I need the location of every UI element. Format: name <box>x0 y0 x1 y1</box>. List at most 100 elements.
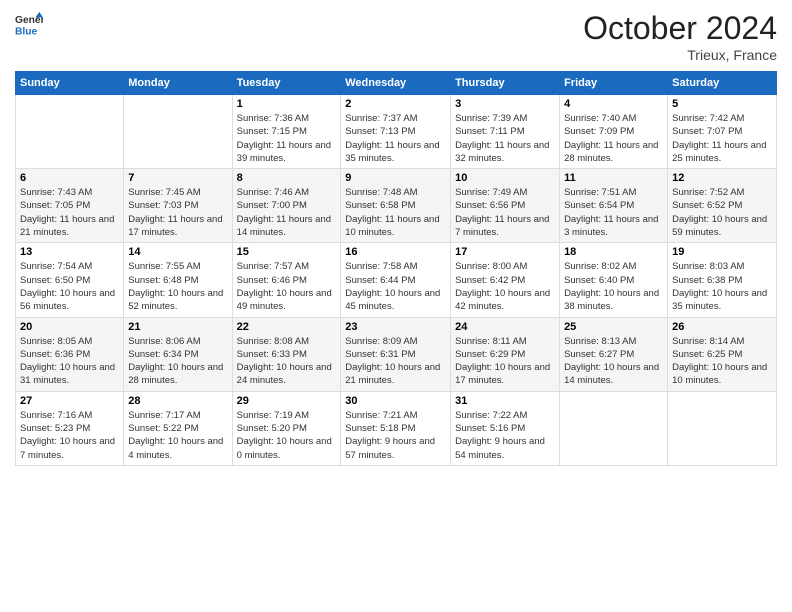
calendar-cell: 3Sunrise: 7:39 AMSunset: 7:11 PMDaylight… <box>451 95 560 169</box>
day-info: Sunrise: 7:46 AMSunset: 7:00 PMDaylight:… <box>237 186 337 239</box>
calendar-cell: 13 Sunrise: 7:54 AMSunset: 6:50 PMDayligh… <box>16 243 124 317</box>
calendar-cell: 6Sunrise: 7:43 AMSunset: 7:05 PMDaylight… <box>16 169 124 243</box>
day-number: 22 <box>237 321 337 333</box>
calendar-cell: 28Sunrise: 7:17 AMSunset: 5:22 PMDayligh… <box>124 391 232 465</box>
day-number: 11 <box>564 172 663 184</box>
day-info: Sunrise: 7:40 AMSunset: 7:09 PMDaylight:… <box>564 112 663 165</box>
calendar-cell: 14Sunrise: 7:55 AMSunset: 6:48 PMDayligh… <box>124 243 232 317</box>
day-info: Sunrise: 7:54 AMSunset: 6:50 PMDaylight:… <box>20 260 119 313</box>
day-number: 19 <box>672 246 772 258</box>
day-info: Sunrise: 8:03 AMSunset: 6:38 PMDaylight:… <box>672 260 772 313</box>
calendar-cell <box>124 95 232 169</box>
calendar-cell: 1 Sunrise: 7:36 AMSunset: 7:15 PMDaylight… <box>232 95 341 169</box>
day-info: Sunrise: 7:36 AMSunset: 7:15 PMDaylight:… <box>237 112 337 165</box>
day-number: 30 <box>345 395 446 407</box>
calendar-cell <box>560 391 668 465</box>
calendar-cell: 19 Sunrise: 8:03 AMSunset: 6:38 PMDayligh… <box>668 243 777 317</box>
calendar-cell: 2Sunrise: 7:37 AMSunset: 7:13 PMDaylight… <box>341 95 451 169</box>
week-row-1: 1 Sunrise: 7:36 AMSunset: 7:15 PMDaylight… <box>16 95 777 169</box>
day-info: Sunrise: 7:37 AMSunset: 7:13 PMDaylight:… <box>345 112 446 165</box>
day-info: Sunrise: 7:43 AMSunset: 7:05 PMDaylight:… <box>20 186 119 239</box>
day-info: Sunrise: 7:19 AMSunset: 5:20 PMDaylight:… <box>237 409 337 462</box>
calendar-cell: 15 Sunrise: 7:57 AMSunset: 6:46 PMDayligh… <box>232 243 341 317</box>
day-number: 20 <box>20 321 119 333</box>
calendar-cell: 9 Sunrise: 7:48 AMSunset: 6:58 PMDaylight… <box>341 169 451 243</box>
calendar-cell: 5 Sunrise: 7:42 AMSunset: 7:07 PMDaylight… <box>668 95 777 169</box>
day-info: Sunrise: 7:22 AMSunset: 5:16 PMDaylight:… <box>455 409 555 462</box>
page: General Blue October 2024 Trieux, France… <box>0 0 792 612</box>
day-number: 31 <box>455 395 555 407</box>
logo: General Blue <box>15 10 43 38</box>
day-header-sunday: Sunday <box>16 72 124 95</box>
title-block: October 2024 Trieux, France <box>583 10 777 63</box>
calendar-cell: 16 Sunrise: 7:58 AMSunset: 6:44 PMDayligh… <box>341 243 451 317</box>
day-info: Sunrise: 8:11 AMSunset: 6:29 PMDaylight:… <box>455 335 555 388</box>
day-number: 4 <box>564 98 663 110</box>
calendar-cell: 22 Sunrise: 8:08 AMSunset: 6:33 PMDayligh… <box>232 317 341 391</box>
day-number: 10 <box>455 172 555 184</box>
day-info: Sunrise: 7:57 AMSunset: 6:46 PMDaylight:… <box>237 260 337 313</box>
calendar-cell <box>16 95 124 169</box>
calendar-cell: 31 Sunrise: 7:22 AMSunset: 5:16 PMDayligh… <box>451 391 560 465</box>
day-info: Sunrise: 7:21 AMSunset: 5:18 PMDaylight:… <box>345 409 446 462</box>
day-info: Sunrise: 7:16 AMSunset: 5:23 PMDaylight:… <box>20 409 119 462</box>
day-number: 26 <box>672 321 772 333</box>
calendar-cell: 26 Sunrise: 8:14 AMSunset: 6:25 PMDayligh… <box>668 317 777 391</box>
calendar-cell: 4 Sunrise: 7:40 AMSunset: 7:09 PMDaylight… <box>560 95 668 169</box>
calendar-cell: 30 Sunrise: 7:21 AMSunset: 5:18 PMDayligh… <box>341 391 451 465</box>
day-number: 23 <box>345 321 446 333</box>
calendar-cell: 11 Sunrise: 7:51 AMSunset: 6:54 PMDayligh… <box>560 169 668 243</box>
day-info: Sunrise: 8:05 AMSunset: 6:36 PMDaylight:… <box>20 335 119 388</box>
day-info: Sunrise: 7:51 AMSunset: 6:54 PMDaylight:… <box>564 186 663 239</box>
day-header-monday: Monday <box>124 72 232 95</box>
day-number: 17 <box>455 246 555 258</box>
location: Trieux, France <box>583 47 777 63</box>
day-info: Sunrise: 7:42 AMSunset: 7:07 PMDaylight:… <box>672 112 772 165</box>
day-header-saturday: Saturday <box>668 72 777 95</box>
day-info: Sunrise: 8:14 AMSunset: 6:25 PMDaylight:… <box>672 335 772 388</box>
day-number: 7 <box>128 172 227 184</box>
month-title: October 2024 <box>583 10 777 47</box>
calendar-table: SundayMondayTuesdayWednesdayThursdayFrid… <box>15 71 777 466</box>
day-number: 27 <box>20 395 119 407</box>
week-row-5: 27 Sunrise: 7:16 AMSunset: 5:23 PMDayligh… <box>16 391 777 465</box>
week-row-4: 20 Sunrise: 8:05 AMSunset: 6:36 PMDayligh… <box>16 317 777 391</box>
calendar-cell: 10 Sunrise: 7:49 AMSunset: 6:56 PMDayligh… <box>451 169 560 243</box>
day-info: Sunrise: 8:13 AMSunset: 6:27 PMDaylight:… <box>564 335 663 388</box>
calendar-cell: 12Sunrise: 7:52 AMSunset: 6:52 PMDayligh… <box>668 169 777 243</box>
logo-icon: General Blue <box>15 10 43 38</box>
day-number: 15 <box>237 246 337 258</box>
day-info: Sunrise: 7:55 AMSunset: 6:48 PMDaylight:… <box>128 260 227 313</box>
day-header-thursday: Thursday <box>451 72 560 95</box>
day-number: 5 <box>672 98 772 110</box>
day-header-friday: Friday <box>560 72 668 95</box>
week-row-3: 13 Sunrise: 7:54 AMSunset: 6:50 PMDayligh… <box>16 243 777 317</box>
calendar-cell: 18 Sunrise: 8:02 AMSunset: 6:40 PMDayligh… <box>560 243 668 317</box>
day-number: 16 <box>345 246 446 258</box>
day-number: 18 <box>564 246 663 258</box>
calendar-cell: 24 Sunrise: 8:11 AMSunset: 6:29 PMDayligh… <box>451 317 560 391</box>
day-number: 12 <box>672 172 772 184</box>
day-number: 24 <box>455 321 555 333</box>
calendar-cell <box>668 391 777 465</box>
day-header-wednesday: Wednesday <box>341 72 451 95</box>
day-number: 29 <box>237 395 337 407</box>
day-info: Sunrise: 8:09 AMSunset: 6:31 PMDaylight:… <box>345 335 446 388</box>
calendar-cell: 27 Sunrise: 7:16 AMSunset: 5:23 PMDayligh… <box>16 391 124 465</box>
calendar-cell: 29 Sunrise: 7:19 AMSunset: 5:20 PMDayligh… <box>232 391 341 465</box>
day-info: Sunrise: 8:08 AMSunset: 6:33 PMDaylight:… <box>237 335 337 388</box>
day-header-tuesday: Tuesday <box>232 72 341 95</box>
day-info: Sunrise: 8:02 AMSunset: 6:40 PMDaylight:… <box>564 260 663 313</box>
day-number: 1 <box>237 98 337 110</box>
day-info: Sunrise: 7:58 AMSunset: 6:44 PMDaylight:… <box>345 260 446 313</box>
svg-text:Blue: Blue <box>15 26 38 37</box>
day-info: Sunrise: 7:48 AMSunset: 6:58 PMDaylight:… <box>345 186 446 239</box>
day-info: Sunrise: 7:17 AMSunset: 5:22 PMDaylight:… <box>128 409 227 462</box>
day-number: 25 <box>564 321 663 333</box>
day-number: 3 <box>455 98 555 110</box>
day-info: Sunrise: 7:49 AMSunset: 6:56 PMDaylight:… <box>455 186 555 239</box>
day-number: 13 <box>20 246 119 258</box>
day-number: 9 <box>345 172 446 184</box>
calendar-cell: 25 Sunrise: 8:13 AMSunset: 6:27 PMDayligh… <box>560 317 668 391</box>
header: General Blue October 2024 Trieux, France <box>15 10 777 63</box>
